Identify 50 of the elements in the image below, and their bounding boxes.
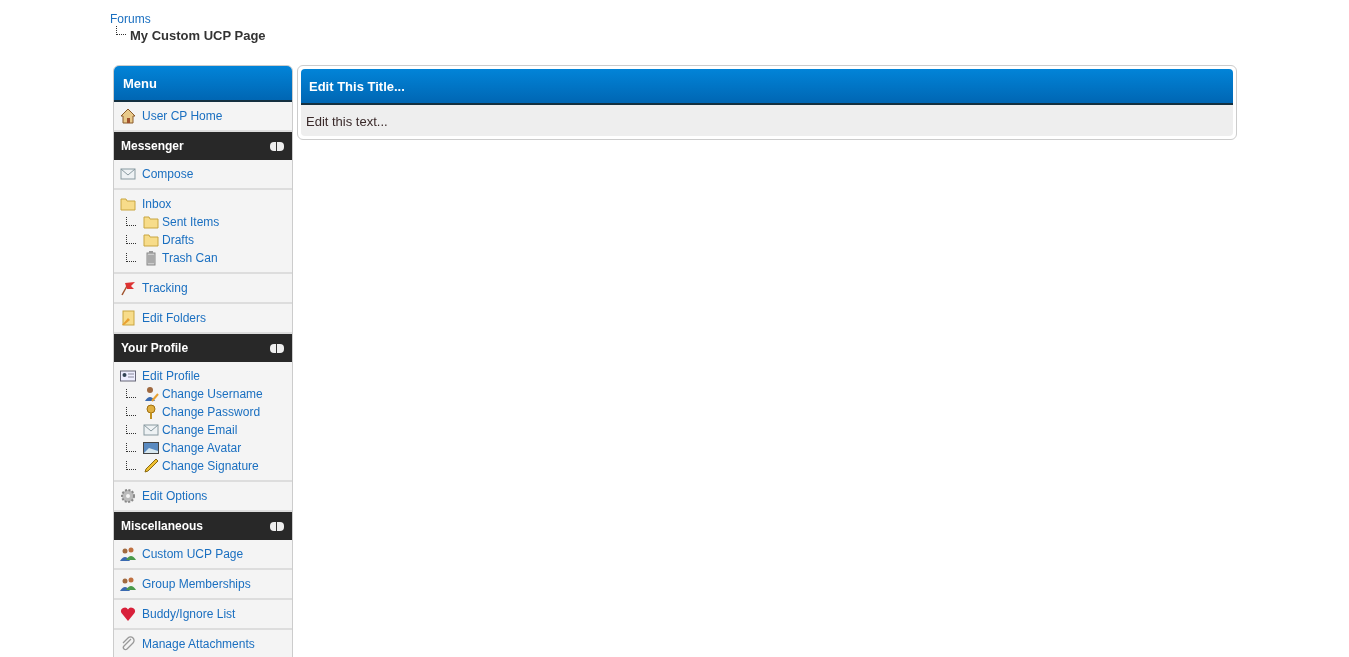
menu-link[interactable]: Edit Folders xyxy=(142,311,207,325)
folder-icon xyxy=(143,214,159,230)
section-title: Your Profile xyxy=(121,341,189,355)
menu-link[interactable]: Inbox xyxy=(142,197,172,211)
menu-link[interactable]: User CP Home xyxy=(142,109,223,123)
breadcrumb-link[interactable]: Forums xyxy=(110,12,1349,26)
heart-icon xyxy=(120,606,136,622)
house-icon xyxy=(120,108,136,124)
folder-icon xyxy=(143,232,159,248)
key-icon xyxy=(143,404,159,420)
page-title: My Custom UCP Page xyxy=(130,28,266,43)
menu-link[interactable]: Edit Options xyxy=(142,489,208,503)
id-card-icon xyxy=(120,368,136,384)
image-icon xyxy=(143,440,159,456)
panel-text: Edit this text... xyxy=(301,105,1233,136)
tree-connector xyxy=(116,26,126,35)
menu-header: Menu xyxy=(114,66,292,102)
menu-link[interactable]: Change Password xyxy=(162,405,261,419)
envelope-icon xyxy=(143,422,159,438)
menu-link[interactable]: Change Username xyxy=(162,387,263,401)
menu-link[interactable]: Buddy/Ignore List xyxy=(142,607,236,621)
menu-link[interactable]: Change Signature xyxy=(162,459,259,473)
folder-icon xyxy=(120,196,136,212)
flag-icon xyxy=(120,280,136,296)
section-title: Miscellaneous xyxy=(121,519,204,533)
collapse-toggle[interactable] xyxy=(270,141,284,151)
menu-link[interactable]: Change Email xyxy=(162,423,238,437)
collapse-toggle[interactable] xyxy=(270,521,284,531)
gear-icon xyxy=(120,488,136,504)
menu-link[interactable]: Tracking xyxy=(142,281,188,295)
menu-link[interactable]: Drafts xyxy=(162,233,194,247)
collapse-toggle[interactable] xyxy=(270,343,284,353)
menu-link[interactable]: Change Avatar xyxy=(162,441,242,455)
paperclip-icon xyxy=(120,636,136,652)
menu-link[interactable]: Group Memberships xyxy=(142,577,251,591)
menu-link[interactable]: Custom UCP Page xyxy=(142,547,244,561)
envelope-icon xyxy=(120,166,136,182)
section-title: Messenger xyxy=(121,139,184,153)
trash-can-icon xyxy=(143,250,159,266)
folder-pencil-icon xyxy=(120,310,136,326)
menu-link[interactable]: Compose xyxy=(142,167,194,181)
menu-link[interactable]: Trash Can xyxy=(162,251,218,265)
people-icon xyxy=(120,546,136,562)
panel-title: Edit This Title... xyxy=(301,69,1233,105)
menu-link[interactable]: Manage Attachments xyxy=(142,637,255,651)
pencil-icon xyxy=(143,458,159,474)
menu-link[interactable]: Edit Profile xyxy=(142,369,201,383)
user-pencil-icon xyxy=(143,386,159,402)
menu-link[interactable]: Sent Items xyxy=(162,215,220,229)
people-icon xyxy=(120,576,136,592)
